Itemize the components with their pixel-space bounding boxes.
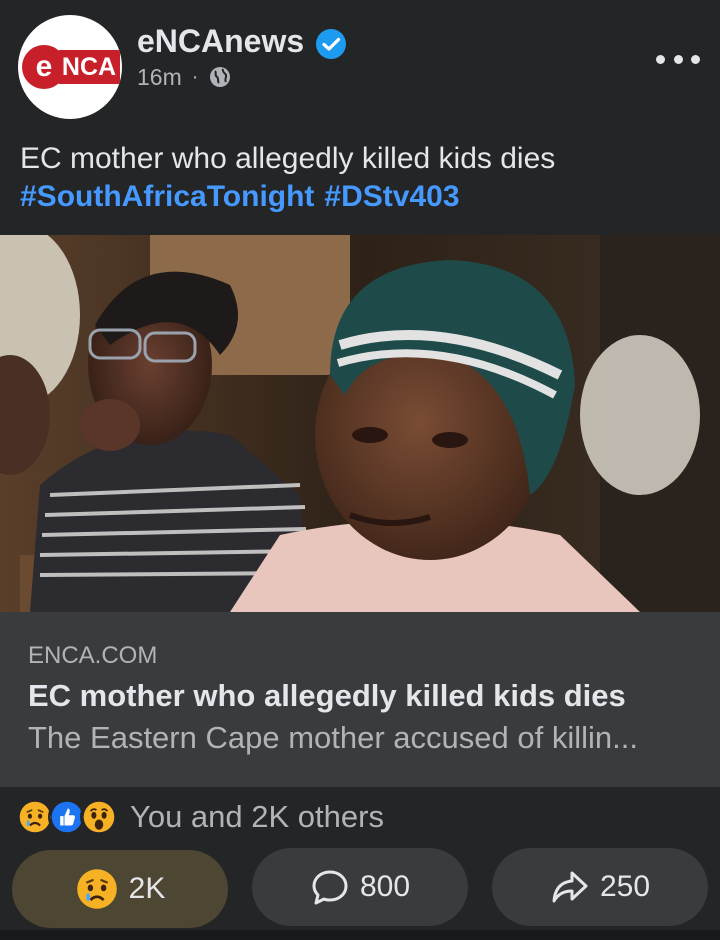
reaction-count: 2K bbox=[128, 872, 166, 905]
meta-separator: · bbox=[191, 65, 199, 88]
reaction-icons bbox=[16, 798, 118, 836]
reactions-summary[interactable]: You and 2K others bbox=[0, 788, 720, 846]
share-count: 250 bbox=[599, 870, 651, 903]
hashtag-link[interactable]: #SouthAfricaTonight bbox=[20, 180, 314, 213]
comment-bubble-icon bbox=[312, 870, 348, 905]
page-avatar[interactable]: e NCA bbox=[18, 15, 122, 119]
reaction-button[interactable]: 2K bbox=[12, 850, 228, 928]
link-preview-card[interactable]: ENCA.COM EC mother who allegedly killed … bbox=[0, 612, 720, 787]
comment-count: 800 bbox=[359, 870, 411, 903]
post-time[interactable]: 16m bbox=[137, 64, 182, 91]
post-header: e NCA eNCAnews 16m · bbox=[0, 0, 720, 130]
reactions-summary-text[interactable]: You and 2K others bbox=[130, 799, 384, 835]
news-photo-image bbox=[0, 235, 720, 612]
post-caption: EC mother who allegedly killed kids dies… bbox=[20, 140, 700, 216]
post-actions: 2K 800 250 bbox=[0, 848, 720, 930]
share-arrow-icon bbox=[552, 871, 588, 903]
post-meta: 16m · bbox=[137, 62, 232, 92]
link-title: EC mother who allegedly killed kids dies bbox=[28, 678, 626, 713]
caption-text: EC mother who allegedly killed kids dies bbox=[20, 142, 556, 175]
sad-emoji-icon bbox=[76, 869, 117, 909]
globe-icon bbox=[210, 67, 231, 87]
more-dot-icon bbox=[673, 54, 683, 64]
comment-button[interactable]: 800 bbox=[252, 848, 468, 926]
link-domain: ENCA.COM bbox=[28, 642, 158, 669]
hashtags: #SouthAfricaTonight #DStv403 bbox=[20, 178, 700, 216]
hashtag-link[interactable]: #DStv403 bbox=[324, 180, 459, 213]
wow-emoji-icon bbox=[80, 798, 118, 836]
more-dot-icon bbox=[656, 54, 665, 64]
page-name[interactable]: eNCAnews bbox=[137, 23, 304, 60]
more-dot-icon bbox=[691, 54, 700, 64]
bottom-divider bbox=[0, 930, 720, 940]
verified-badge-icon bbox=[316, 29, 346, 59]
link-description: The Eastern Cape mother accused of killi… bbox=[28, 720, 638, 755]
more-options-button[interactable] bbox=[656, 44, 700, 74]
enca-logo-nca: NCA bbox=[58, 50, 120, 84]
share-button[interactable]: 250 bbox=[492, 848, 708, 926]
post-photo[interactable] bbox=[0, 235, 720, 612]
